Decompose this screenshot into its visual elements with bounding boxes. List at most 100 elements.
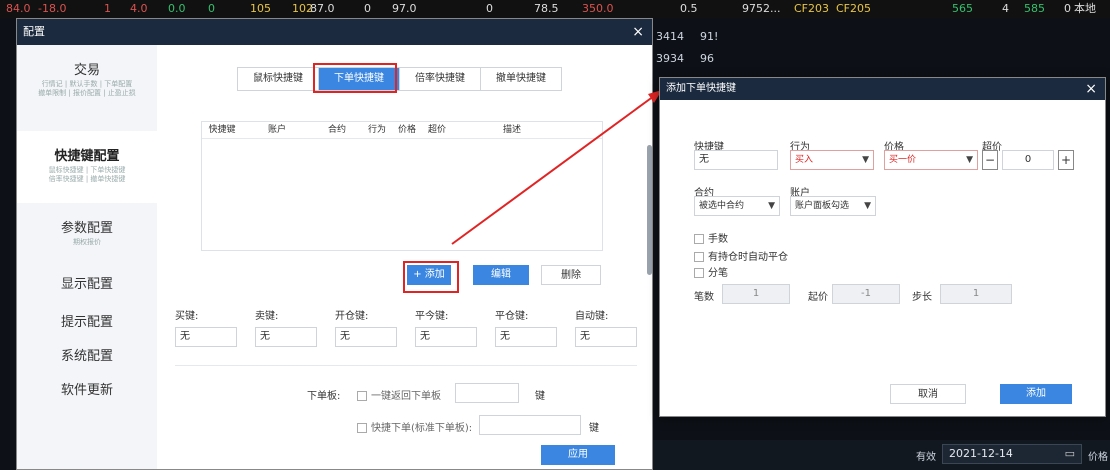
lots-count-label: 笔数 [694, 292, 714, 303]
ticker-value: 97.0 [392, 2, 417, 15]
sidebar-item-trade[interactable]: 交易 行情记 | 默认手数 | 下单配置 撤单限制 | 报价配置 | 止盈止损 [17, 59, 157, 129]
config-sidebar: 交易 行情记 | 默认手数 | 下单配置 撤单限制 | 报价配置 | 止盈止损 … [17, 45, 157, 469]
ticker-value: CF203 [794, 2, 830, 15]
calendar-icon[interactable]: ▭ [1065, 445, 1075, 463]
auto-key-label: 自动键: [575, 311, 609, 322]
sidebar-item-display-config[interactable]: 显示配置 [17, 273, 157, 297]
delete-hotkey-button[interactable]: 删除 [541, 265, 601, 285]
account-select[interactable]: 账户面板勾选 ▼ [790, 196, 876, 216]
sidebar-item-label: 参数配置 [60, 221, 113, 236]
ticker-value: 87.0 [310, 2, 335, 15]
overprice-field[interactable]: 0 [1002, 150, 1054, 170]
price-label: 价格 [1088, 452, 1108, 463]
config-dialog-titlebar: 配置 × [17, 19, 652, 45]
key-suffix-label: 键 [535, 391, 545, 402]
hotkey-field[interactable]: 无 [694, 150, 778, 170]
action-select[interactable]: 买入 ▼ [790, 150, 874, 170]
ticker-value: 350.0 [582, 2, 614, 15]
chevron-down-icon: ▼ [966, 155, 973, 165]
content-scrollbar[interactable] [647, 145, 652, 275]
table-header: 快捷键 账户 合约 行为 价格 超价 描述 [202, 122, 602, 139]
close-today-key-field[interactable]: 无 [415, 327, 477, 347]
tab-mouse-hotkey[interactable]: 鼠标快捷键 [238, 68, 319, 90]
auto-key-field[interactable]: 无 [575, 327, 637, 347]
sidebar-item-prompt-config[interactable]: 提示配置 [17, 311, 157, 335]
split-option-label: 分笔 [708, 268, 728, 279]
chevron-down-icon: ▼ [862, 155, 869, 165]
tab-cancel-hotkey[interactable]: 撤单快捷键 [481, 68, 561, 90]
sell-key-field[interactable]: 无 [255, 327, 317, 347]
quick-order-checkbox[interactable] [357, 423, 367, 433]
lots-option[interactable]: 手数 [694, 230, 728, 245]
overprice-decrement-button[interactable]: − [982, 150, 998, 170]
auto-close-checkbox[interactable] [694, 252, 704, 262]
sell-key-label: 卖键: [255, 311, 279, 322]
lots-option-label: 手数 [708, 234, 728, 245]
price-value: 买一价 [889, 155, 917, 165]
close-icon[interactable]: × [632, 19, 644, 45]
ticker-value: 585 [1024, 2, 1045, 15]
validity-date-value: 2021-12-14 [949, 447, 1013, 460]
bg-cell: 3934 [656, 52, 684, 65]
sidebar-item-label: 软件更新 [60, 383, 113, 398]
cancel-button[interactable]: 取消 [890, 384, 966, 404]
tab-multiplier-hotkey[interactable]: 倍率快捷键 [400, 68, 481, 90]
bg-cell: 96 [700, 52, 714, 65]
edit-hotkey-button[interactable]: 编辑 [473, 265, 529, 285]
one-key-return-field[interactable] [455, 383, 519, 403]
open-key-label: 开仓键: [335, 311, 369, 322]
apply-button[interactable]: 应用 [541, 445, 615, 465]
ticker-value: 0 [364, 2, 371, 15]
sidebar-item-label: 提示配置 [60, 315, 113, 330]
bg-quote-row: 3934 96 [656, 52, 714, 65]
close-icon[interactable]: × [1085, 78, 1097, 100]
ticker-value: 105 [250, 2, 271, 15]
start-price-field[interactable]: -1 [832, 284, 900, 304]
validity-date-field[interactable]: 2021-12-14 ▭ [942, 444, 1082, 464]
lots-count-field[interactable]: 1 [722, 284, 790, 304]
order-board-label: 下单板: [307, 391, 341, 402]
market-ticker: 84.0 -18.0 1 4.0 0.0 0 105 102 87.0 0 97… [0, 0, 1110, 18]
close-key-field[interactable]: 无 [495, 327, 557, 347]
ticker-value: 4 [1002, 2, 1009, 15]
chevron-down-icon: ▼ [864, 201, 871, 211]
one-key-return-label: 一键返回下单板 [371, 391, 441, 402]
action-value: 买入 [795, 155, 814, 165]
sidebar-item-param-config[interactable]: 参数配置 期权报价 [17, 217, 157, 257]
ticker-value: CF205 [836, 2, 872, 15]
column-header: 账户 [267, 125, 286, 135]
buy-key-field[interactable]: 无 [175, 327, 237, 347]
sidebar-item-software-update[interactable]: 软件更新 [17, 379, 157, 403]
background-order-bar: 有效 2021-12-14 ▭ 价格 [652, 440, 1110, 470]
hotkey-table: 快捷键 账户 合约 行为 价格 超价 描述 [201, 121, 603, 251]
overprice-increment-button[interactable]: + [1058, 150, 1074, 170]
one-key-return-checkbox[interactable] [357, 391, 367, 401]
section-divider [175, 365, 637, 366]
hotkey-tabs: 鼠标快捷键 下单快捷键 倍率快捷键 撤单快捷键 [237, 67, 562, 91]
quick-order-field[interactable] [479, 415, 581, 435]
column-header: 合约 [327, 125, 346, 135]
sidebar-item-system-config[interactable]: 系统配置 [17, 345, 157, 369]
sidebar-item-label: 交易 [73, 63, 100, 78]
split-checkbox[interactable] [694, 268, 704, 278]
column-header: 快捷键 [208, 125, 236, 135]
sidebar-item-label: 系统配置 [60, 349, 113, 364]
config-dialog-title: 配置 [23, 25, 45, 38]
sidebar-item-hotkey-config[interactable]: 快捷键配置 鼠标快捷键 | 下单快捷键 倍率快捷键 | 撤单快捷键 [17, 131, 157, 203]
auto-close-option[interactable]: 有持仓时自动平仓 [694, 248, 788, 263]
ticker-value: 9752... [742, 2, 781, 15]
step-field[interactable]: 1 [940, 284, 1012, 304]
price-select[interactable]: 买一价 ▼ [884, 150, 978, 170]
ticker-value: 84.0 [6, 2, 31, 15]
quick-order-option[interactable]: 快捷下单(标准下单板): [357, 419, 472, 434]
contract-select[interactable]: 被选中合约 ▼ [694, 196, 780, 216]
lots-checkbox[interactable] [694, 234, 704, 244]
bg-cell: 91! [700, 30, 719, 43]
confirm-add-button[interactable]: 添加 [1000, 384, 1072, 404]
ticker-value: 本地 [1074, 2, 1096, 15]
split-option[interactable]: 分笔 [694, 264, 728, 279]
chevron-down-icon: ▼ [768, 201, 775, 211]
open-key-field[interactable]: 无 [335, 327, 397, 347]
close-today-key-label: 平今键: [415, 311, 449, 322]
one-key-return-option[interactable]: 一键返回下单板 [357, 387, 441, 402]
